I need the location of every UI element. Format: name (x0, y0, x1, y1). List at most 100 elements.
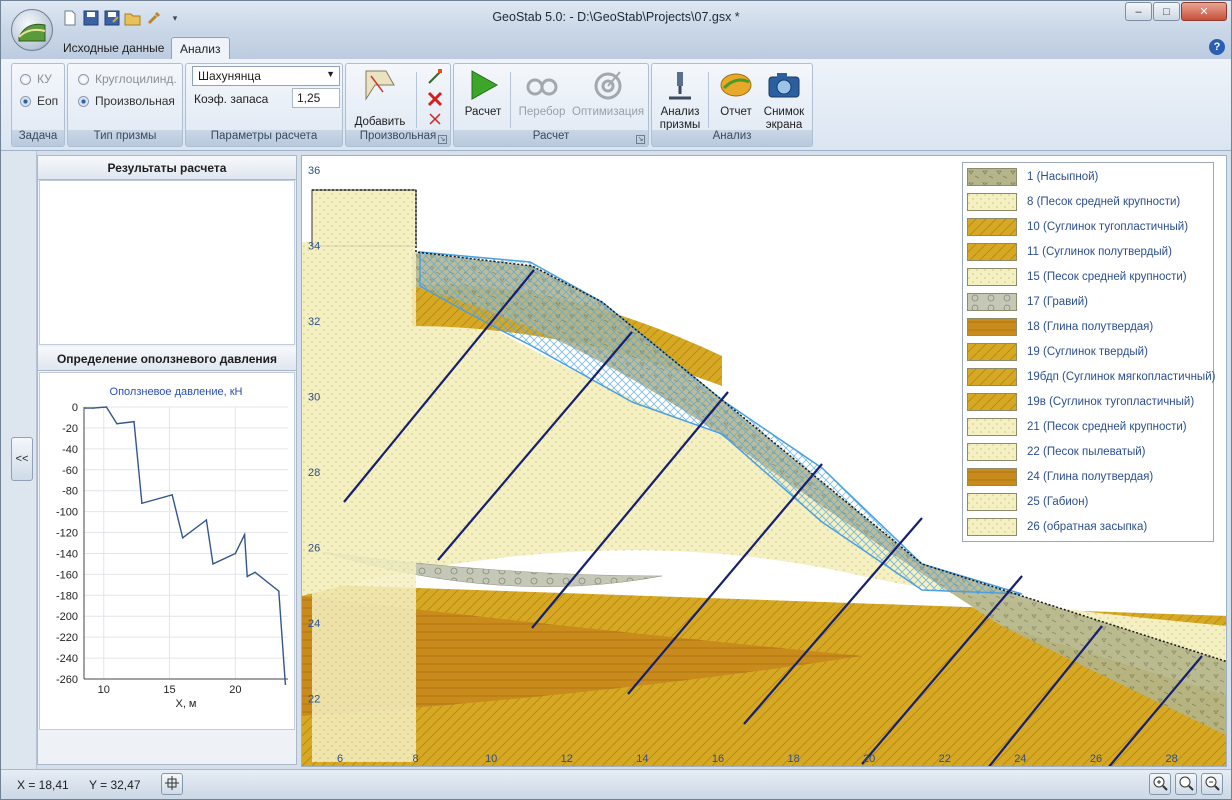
x-axis-label: X, м (175, 698, 196, 710)
report-icon (719, 68, 753, 102)
y-tick-label: 28 (308, 467, 320, 479)
cursor-x: X = 18,41 (17, 778, 69, 792)
radio-arbitrary-label: Произвольная (95, 94, 175, 108)
legend-swatch (967, 318, 1017, 336)
report-button[interactable]: Отчет (716, 68, 756, 119)
legend-swatch (967, 518, 1017, 536)
edit-points-icon[interactable] (426, 68, 444, 86)
microscope-icon (663, 68, 697, 102)
collapse-panel-button[interactable]: << (11, 437, 33, 481)
results-title: Результаты расчета (38, 156, 296, 180)
data-point (234, 552, 237, 555)
retaining-block (311, 189, 417, 247)
y-tick-label: 34 (308, 241, 320, 253)
dialog-launcher-icon[interactable]: ↘ (438, 135, 447, 144)
zoom-in-button[interactable] (1149, 773, 1171, 795)
x-tick-label: 12 (561, 753, 573, 765)
delete-icon[interactable] (426, 90, 444, 108)
y-tick-label: -200 (56, 611, 78, 623)
group-calc: Расчет Перебор Оптимизация Расчет ↘ (453, 63, 649, 147)
zoom-icon (1178, 775, 1194, 794)
analyze-prism-button[interactable]: Анализ призмы (656, 68, 704, 132)
legend-label: 26 (обратная засыпка) (1027, 521, 1148, 533)
left-panel: Результаты расчета Определение оползнево… (37, 155, 297, 765)
data-point (243, 533, 246, 536)
data-point (181, 536, 184, 539)
legend-swatch (967, 243, 1017, 261)
legend-label: 8 (Песок средней крупности) (1027, 196, 1181, 208)
x-tick-label: 24 (1014, 753, 1026, 765)
x-tick-label: 8 (413, 753, 419, 765)
y-tick-label: -220 (56, 632, 78, 644)
legend-item: 21 (Песок средней крупности) (967, 417, 1187, 437)
y-tick-label: -240 (56, 653, 78, 665)
legend-swatch (967, 168, 1017, 186)
group-prism-type: Круглоцилинд. Произвольная Тип призмы (67, 63, 183, 147)
cursor-y: Y = 32,47 (89, 778, 141, 792)
tab-input-data[interactable]: Исходные данные (55, 37, 172, 59)
safety-factor-label: Коэф. запаса (194, 92, 269, 106)
legend-swatch (967, 468, 1017, 486)
zoom-fit-button[interactable] (1175, 773, 1197, 795)
radio-arbitrary[interactable]: Произвольная (78, 94, 175, 108)
play-icon (466, 68, 500, 102)
legend-item: 19в (Суглинок тугопластичный) (967, 392, 1194, 412)
screenshot-label-1: Снимок (763, 106, 805, 118)
app-menu-button[interactable] (11, 9, 53, 51)
delete-point-icon[interactable] (426, 112, 444, 126)
window-title: GeoStab 5.0: - D:\GeoStab\Projects\07.gs… (492, 10, 740, 24)
side-strip: << (1, 151, 37, 769)
safety-factor-input[interactable]: 1,25 (292, 88, 340, 108)
zoom-out-icon (1204, 775, 1220, 794)
report-label: Отчет (720, 106, 752, 118)
group-task: КУ Еоп Задача (11, 63, 65, 147)
legend-item: 25 (Габион) (967, 492, 1088, 512)
radio-circular-label: Круглоцилинд. (95, 72, 177, 86)
chart-title: Оползневое давление, кН (110, 386, 243, 398)
status-bar: X = 18,41 Y = 32,47 (1, 769, 1231, 799)
add-prism-button[interactable]: Добавить (352, 68, 408, 129)
separator (416, 72, 417, 128)
group-calc-params: Шахунянца ▼ Коэф. запаса 1,25 Параметры … (185, 63, 343, 147)
crosshair-icon (164, 775, 180, 794)
radio-circular[interactable]: Круглоцилинд. (78, 72, 177, 86)
search-button[interactable]: Перебор (516, 68, 568, 119)
legend-label: 15 (Песок средней крупности) (1027, 271, 1187, 283)
radio-dot-selected (20, 95, 31, 107)
tab-analysis[interactable]: Анализ (171, 37, 230, 59)
legend-item: 1 (Насыпной) (967, 167, 1098, 187)
add-prism-label: Добавить (354, 116, 406, 128)
group-caption: Произвольная (346, 130, 450, 146)
optimize-button[interactable]: Оптимизация (572, 68, 644, 119)
dialog-launcher-icon[interactable]: ↘ (636, 135, 645, 144)
y-tick-label: -80 (62, 486, 78, 498)
y-tick-label: -160 (56, 569, 78, 581)
maximize-button[interactable]: □ (1153, 2, 1180, 21)
legend-label: 25 (Габион) (1027, 496, 1089, 508)
radio-eop[interactable]: Еоп (20, 94, 58, 108)
data-point (254, 571, 256, 574)
run-calc-label: Расчет (464, 106, 502, 118)
legend-item: 15 (Песок средней крупности) (967, 267, 1187, 287)
radio-ku[interactable]: КУ (20, 72, 52, 86)
run-calc-button[interactable]: Расчет (460, 68, 506, 119)
landslide-pressure-chart: Оползневое давление, кН 0 -20 -40 -60 -80 -100… (39, 372, 295, 730)
minimize-button[interactable]: – (1125, 2, 1152, 21)
method-select[interactable]: Шахунянца ▼ (192, 66, 340, 86)
model-canvas[interactable]: 6 8 10 12 14 16 18 20 22 24 26 28 36 34 32 30 28 26 24 22 1… (301, 155, 1227, 767)
group-analysis: Анализ призмы Отчет Снимок экрана Анализ (651, 63, 813, 147)
y-tick-label: -140 (56, 548, 78, 560)
legend-item: 19бдп (Суглинок мягкопластичный) (967, 367, 1215, 387)
title-bar: ▾ GeoStab 5.0: - D:\GeoStab\Projects\07.… (1, 1, 1231, 35)
screenshot-button[interactable]: Снимок экрана (760, 68, 808, 132)
zoom-out-button[interactable] (1201, 773, 1223, 795)
search-label: Перебор (518, 106, 566, 118)
close-button[interactable]: ✕ (1181, 2, 1227, 21)
help-icon[interactable]: ? (1209, 39, 1225, 55)
legend-label: 18 (Глина полутвердая) (1027, 321, 1154, 333)
y-tick-label: 0 (72, 402, 78, 414)
legend-item: 24 (Глина полутвердая) (967, 467, 1153, 487)
snap-grid-button[interactable] (161, 773, 183, 795)
y-tick-label: 32 (308, 316, 320, 328)
optimize-label: Оптимизация (572, 106, 645, 118)
